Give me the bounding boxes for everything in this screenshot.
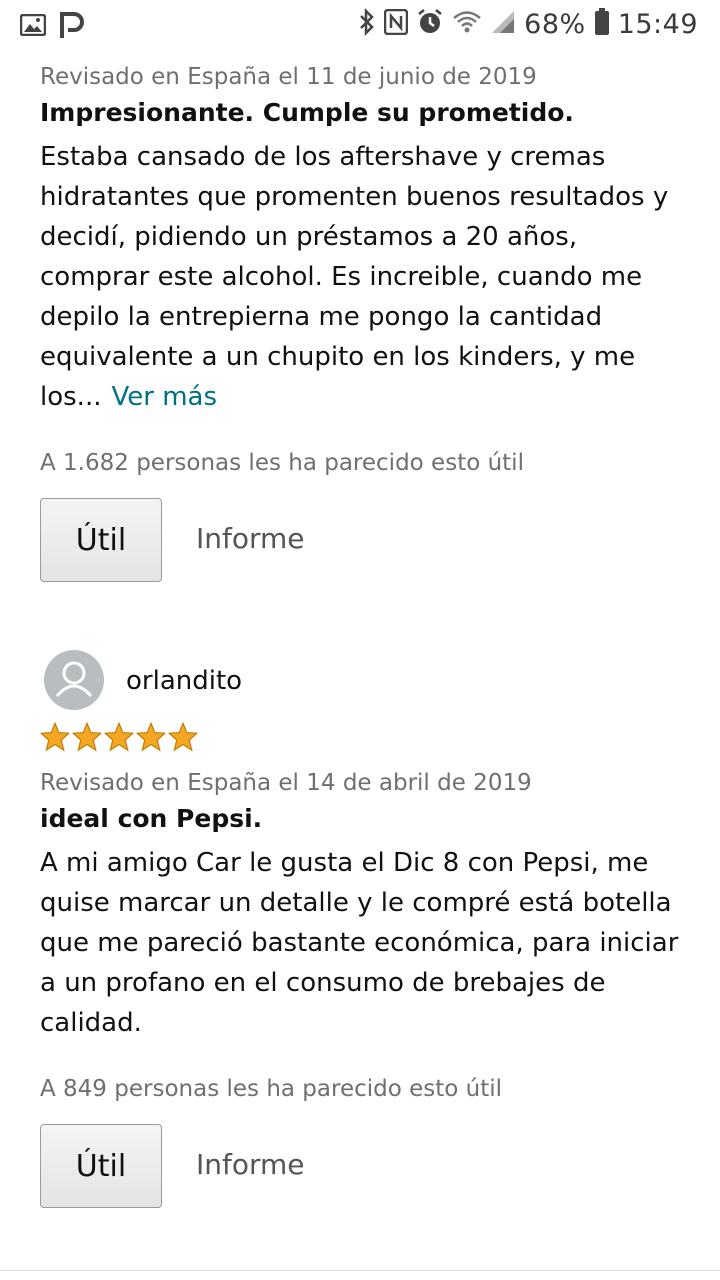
star-icon (136, 722, 166, 752)
star-icon (40, 722, 70, 752)
review-line: equivalente a un chupito en los kinders,… (40, 342, 636, 372)
user-icon (55, 661, 93, 698)
wifi-icon (452, 9, 482, 39)
battery-icon (594, 8, 610, 40)
report-link[interactable]: Informe (196, 522, 305, 555)
review-title: ideal con Pepsi. (40, 804, 263, 833)
alarm-icon (416, 8, 444, 40)
review-line: los... (40, 382, 102, 412)
review-line: hidratantes que promenten buenos resulta… (40, 182, 669, 212)
helpful-count: A 849 personas les ha parecido esto útil (40, 1076, 503, 1102)
report-link[interactable]: Informe (196, 1148, 305, 1181)
helpful-button[interactable]: Útil (40, 498, 162, 582)
review-title: Impresionante. Cumple su prometido. (40, 98, 574, 127)
helpful-button[interactable]: Útil (40, 1124, 162, 1208)
review-line: comprar este alcohol. Es increible, cuan… (40, 262, 643, 292)
image-icon (19, 13, 47, 40)
bluetooth-icon (358, 7, 376, 40)
review-line: que me pareció bastante económica, para … (40, 928, 679, 958)
review-card: Revisado en España el 11 de junio de 201… (40, 64, 690, 417)
avatar (44, 650, 104, 710)
review-line: A mi amigo Car le gusta el Dic 8 con Pep… (40, 848, 649, 878)
app-p-icon (58, 10, 86, 44)
nfc-icon (383, 8, 409, 39)
status-bar: 68% 15:49 (0, 0, 720, 52)
clock: 15:49 (617, 8, 698, 40)
review-card: Revisado en España el 14 de abril de 201… (40, 770, 690, 1043)
star-icon (168, 722, 198, 752)
helpful-count: A 1.682 personas les ha parecido esto út… (40, 450, 524, 476)
review-body: Estaba cansado de los aftershave y crema… (40, 137, 690, 417)
review-line: quise marcar un detalle y le compré está… (40, 888, 672, 918)
review-line: a un profano en el consumo de brebajes d… (40, 968, 606, 998)
battery-percent: 68% (524, 8, 586, 40)
review-author: orlandito (126, 666, 243, 696)
review-line: Estaba cansado de los aftershave y crema… (40, 142, 606, 172)
review-line-last: los... Ver más (40, 377, 690, 417)
reviews-list: Revisado en España el 11 de junio de 201… (0, 52, 720, 1280)
star-icon (72, 722, 102, 752)
review-line: depilo la entrepierna me pongo la cantid… (40, 302, 603, 332)
review-meta: Revisado en España el 11 de junio de 201… (40, 64, 537, 90)
review-line: decidí, pidiendo un préstamos a 20 años, (40, 222, 578, 252)
signal-icon (490, 9, 516, 39)
star-rating (40, 722, 198, 752)
see-more-link[interactable]: Ver más (111, 382, 217, 412)
divider (0, 1270, 720, 1271)
star-icon (104, 722, 134, 752)
review-meta: Revisado en España el 14 de abril de 201… (40, 770, 532, 796)
review-line: calidad. (40, 1008, 142, 1038)
review-body: A mi amigo Car le gusta el Dic 8 con Pep… (40, 843, 690, 1043)
